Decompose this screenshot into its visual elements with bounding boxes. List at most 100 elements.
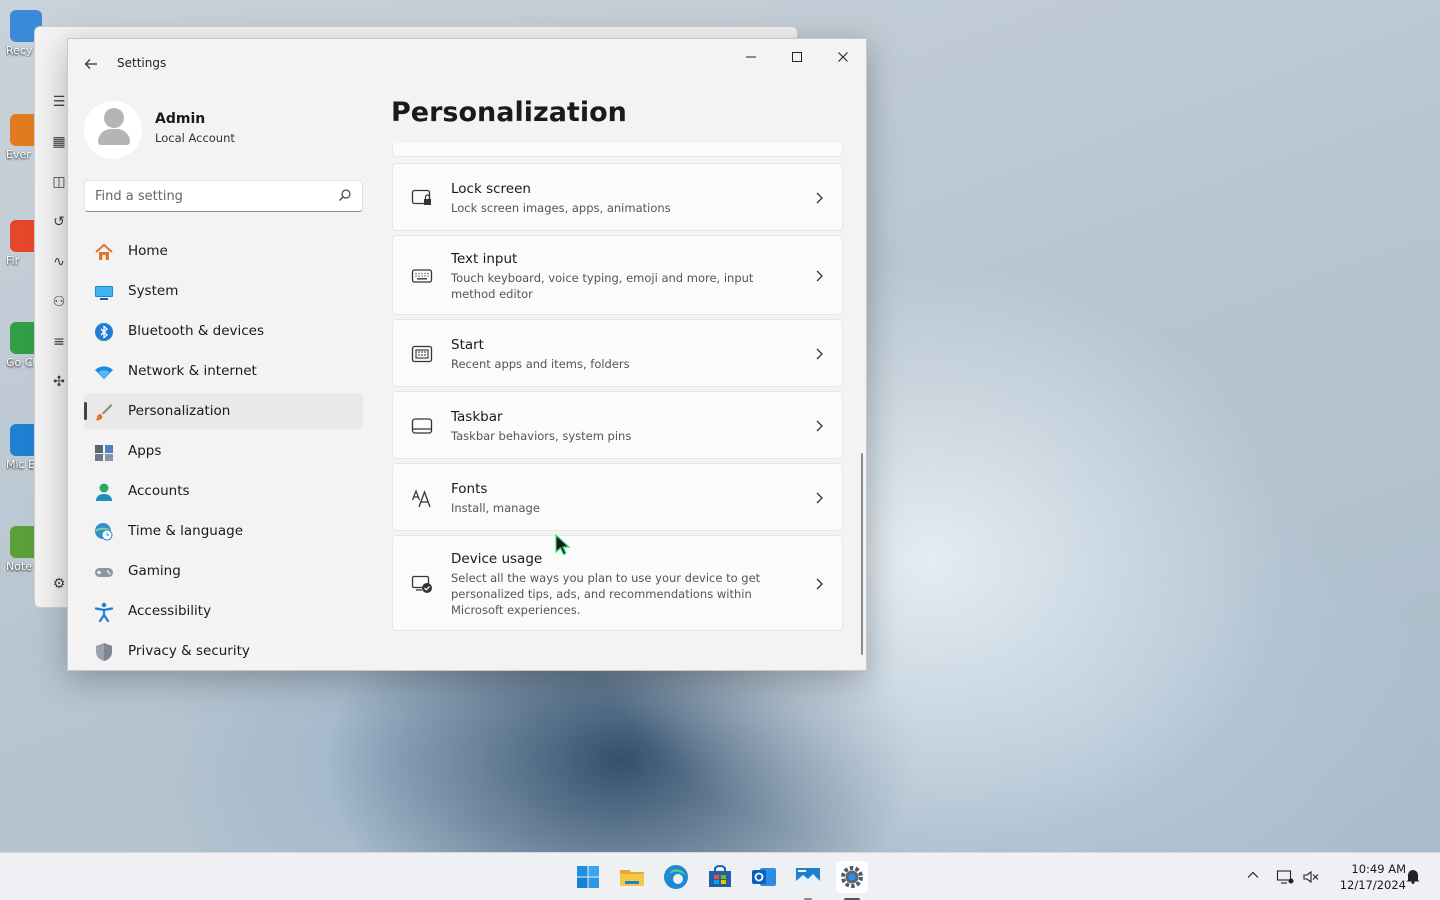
- apps-icon: [95, 445, 113, 461]
- card-fonts[interactable]: Fonts Install, manage: [392, 463, 843, 531]
- sidebar-item-bluetooth[interactable]: Bluetooth & devices: [84, 313, 363, 349]
- sidebar-item-time-language[interactable]: Time & language: [84, 513, 363, 549]
- card-device-usage[interactable]: Device usage Select all the ways you pla…: [392, 535, 843, 631]
- device-usage-icon: [411, 575, 432, 593]
- card-description: Touch keyboard, voice typing, emoji and …: [451, 271, 754, 301]
- card-description: Select all the ways you plan to use your…: [451, 571, 761, 617]
- sidebar-item-gaming[interactable]: Gaming: [84, 553, 363, 589]
- taskbar-store[interactable]: [704, 861, 736, 893]
- network-display-icon[interactable]: [1276, 868, 1294, 886]
- keyboard-icon: [411, 269, 433, 283]
- settings-list[interactable]: Lock screen Lock screen images, apps, an…: [391, 143, 843, 670]
- back-button[interactable]: [78, 51, 104, 77]
- title-bar[interactable]: Settings: [68, 39, 866, 87]
- card-lock-screen[interactable]: Lock screen Lock screen images, apps, an…: [392, 163, 843, 231]
- maximize-button[interactable]: [774, 43, 820, 75]
- scrollbar[interactable]: [861, 453, 863, 655]
- edge-icon: [664, 865, 688, 889]
- chevron-right-icon: [816, 492, 823, 504]
- wifi-icon: [95, 366, 113, 379]
- search-box[interactable]: [84, 180, 363, 212]
- card-text-input[interactable]: Text input Touch keyboard, voice typing,…: [392, 235, 843, 315]
- sidebar-item-network[interactable]: Network & internet: [84, 353, 363, 389]
- avatar-body: [98, 129, 130, 145]
- card-partial: [392, 143, 843, 157]
- settings-window[interactable]: Settings Admin Local Account Home System: [67, 38, 867, 671]
- sidebar-nav: Home System Bluetooth & devices Network …: [84, 233, 363, 670]
- taskbar-clock[interactable]: 10:49 AM 12/17/2024: [1326, 861, 1406, 893]
- profile-name: Admin: [155, 111, 206, 127]
- maximize-icon: [792, 52, 802, 62]
- volume-muted-icon[interactable]: [1302, 868, 1320, 886]
- background-window-rail: ☰ ▦ ◫ ↺ ∿ ⚇ ≡ ✣ ⚙: [35, 27, 68, 607]
- lock-screen-icon: [411, 189, 431, 205]
- accounts-icon: [96, 483, 112, 501]
- sidebar-item-accessibility[interactable]: Accessibility: [84, 593, 363, 629]
- card-title: Device usage: [451, 551, 543, 567]
- start-menu-icon: [411, 345, 433, 363]
- list-icon[interactable]: ≡: [50, 333, 68, 351]
- dashboard-icon[interactable]: ▦: [50, 133, 68, 151]
- notification-bell-icon[interactable]: [1404, 868, 1422, 886]
- taskbar-edge[interactable]: [660, 861, 692, 893]
- signature-icon[interactable]: ∿: [50, 253, 68, 271]
- bluetooth-icon: [95, 323, 113, 341]
- menu-icon[interactable]: ☰: [50, 93, 68, 111]
- gear-icon[interactable]: ⚙: [50, 575, 68, 593]
- fonts-icon: [411, 489, 431, 508]
- gamepad-icon: [95, 568, 113, 577]
- sidebar-item-personalization[interactable]: Personalization: [84, 393, 363, 429]
- taskbar-icon: [411, 418, 433, 434]
- app-title: Settings: [117, 56, 167, 70]
- close-icon: [838, 52, 848, 62]
- sidebar-item-home[interactable]: Home: [84, 233, 363, 269]
- card-title: Start: [451, 337, 484, 353]
- brush-icon: [95, 404, 113, 421]
- sidebar-item-apps[interactable]: Apps: [84, 433, 363, 469]
- minimize-icon: [746, 56, 756, 58]
- sidebar-item-privacy-security[interactable]: Privacy & security: [84, 633, 363, 669]
- card-title: Lock screen: [451, 181, 531, 197]
- card-taskbar[interactable]: Taskbar Taskbar behaviors, system pins: [392, 391, 843, 459]
- start-icon: [577, 866, 599, 888]
- clock-globe-icon: [95, 523, 113, 541]
- taskbar-settings[interactable]: [836, 861, 868, 900]
- shield-icon: [96, 643, 112, 661]
- sidebar-item-system[interactable]: System: [84, 273, 363, 309]
- chevron-right-icon: [816, 420, 823, 432]
- page-title: Personalization: [391, 97, 627, 128]
- minimize-button[interactable]: [728, 43, 774, 75]
- card-description: Install, manage: [451, 501, 540, 515]
- outlook-icon: [752, 868, 776, 886]
- close-button[interactable]: [820, 43, 866, 75]
- taskbar-start-button[interactable]: [572, 861, 604, 893]
- users-icon[interactable]: ⚇: [50, 293, 68, 311]
- system-icon: [95, 286, 113, 300]
- taskbar-file-explorer[interactable]: [616, 861, 648, 893]
- card-description: Recent apps and items, folders: [451, 357, 630, 371]
- settings-icon: [841, 866, 863, 888]
- avatar[interactable]: [84, 101, 142, 159]
- card-title: Text input: [451, 251, 518, 267]
- chevron-right-icon: [816, 192, 823, 204]
- clock-time: 10:49 AM: [1351, 862, 1406, 876]
- chevron-right-icon: [816, 348, 823, 360]
- tray-overflow-chevron-up-icon[interactable]: [1244, 868, 1262, 886]
- search-input[interactable]: [95, 187, 325, 205]
- accessibility-icon: [94, 602, 114, 622]
- activity-icon[interactable]: ◫: [50, 173, 68, 191]
- taskbar-mail[interactable]: [792, 861, 824, 900]
- taskbar-outlook[interactable]: [748, 861, 780, 893]
- store-icon: [709, 865, 731, 887]
- profile-account-type: Local Account: [155, 131, 235, 145]
- puzzle-icon[interactable]: ✣: [50, 373, 68, 391]
- file-explorer-icon: [620, 870, 644, 886]
- history-icon[interactable]: ↺: [50, 213, 68, 231]
- mail-icon: [796, 868, 820, 886]
- arrow-left-icon: [84, 59, 97, 69]
- sidebar-item-accounts[interactable]: Accounts: [84, 473, 363, 509]
- clock-date: 12/17/2024: [1339, 878, 1406, 892]
- card-start[interactable]: Start Recent apps and items, folders: [392, 319, 843, 387]
- search-icon[interactable]: [338, 188, 352, 202]
- chevron-right-icon: [816, 578, 823, 590]
